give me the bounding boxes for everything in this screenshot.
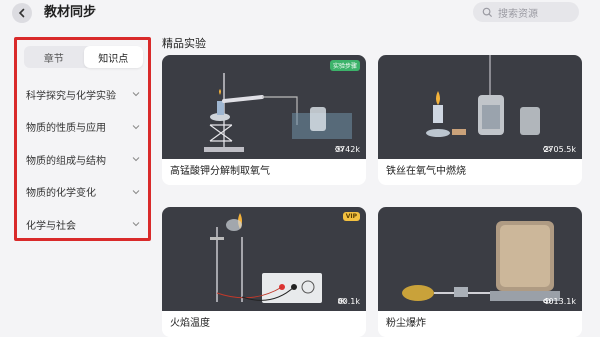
lab-apparatus-illustration [426, 55, 540, 137]
sidebar-tabs: 章节 知识点 [24, 46, 143, 68]
steps-badge: 实验步骤 [329, 60, 360, 71]
sidebar-item-label: 科学探究与化学实验 [26, 90, 116, 102]
top-bar: 教材同步 搜索资源 [0, 0, 600, 26]
lab-apparatus-illustration [210, 213, 322, 303]
chevron-down-icon [132, 189, 140, 194]
eye-icon [543, 298, 552, 304]
experiment-card-potassium-permanganate[interactable]: 实验步骤 3742k 高锰酸钾分解制取氧气 [162, 55, 366, 185]
search-placeholder: 搜索资源 [498, 8, 538, 20]
eye-icon [335, 146, 343, 152]
chevron-left-icon [18, 8, 25, 18]
vip-badge: VIP [342, 212, 360, 221]
chevron-down-icon [132, 157, 140, 162]
experiment-thumbnail: 2705.5k [378, 55, 582, 159]
back-button[interactable] [12, 3, 32, 23]
card-title: 高锰酸钾分解制取氧气 [170, 166, 270, 177]
experiment-card-flame[interactable]: VIP 80.1k 火焰温度 [162, 207, 366, 337]
knowledge-sidebar: 章节 知识点 科学探究与化学实验 物质的性质与应用 物质的组成与结构 物质的化学… [14, 37, 151, 241]
sidebar-item-society[interactable]: 化学与社会 [26, 208, 146, 241]
sidebar-item-scientific-inquiry[interactable]: 科学探究与化学实验 [26, 78, 146, 111]
experiment-thumbnail: 实验步骤 3742k [162, 55, 366, 159]
sidebar-item-label: 物质的性质与应用 [26, 123, 106, 135]
sidebar-item-label: 化学与社会 [26, 220, 76, 232]
view-count: 80.1k [338, 297, 360, 306]
section-title: 精品实验 [162, 37, 206, 50]
experiment-thumbnail: 4013.1k [378, 207, 582, 311]
chevron-down-icon [132, 124, 140, 129]
sidebar-item-properties[interactable]: 物质的性质与应用 [26, 111, 146, 144]
category-list: 科学探究与化学实验 物质的性质与应用 物质的组成与结构 物质的化学变化 化学与社… [26, 78, 146, 241]
experiment-card-iron-wire[interactable]: 2705.5k 铁丝在氧气中燃烧 [378, 55, 582, 185]
tab-knowledge-point[interactable]: 知识点 [83, 46, 143, 68]
view-count: 3742k [335, 145, 360, 154]
experiment-thumbnail: VIP 80.1k [162, 207, 366, 311]
tab-chapter[interactable]: 章节 [24, 46, 84, 68]
lab-apparatus-illustration [402, 221, 560, 301]
search-icon [482, 7, 493, 17]
card-title: 铁丝在氧气中燃烧 [386, 166, 466, 177]
card-title: 火焰温度 [170, 318, 210, 329]
eye-icon [337, 298, 346, 304]
sidebar-item-composition[interactable]: 物质的组成与结构 [26, 143, 146, 176]
page-title: 教材同步 [44, 5, 97, 20]
view-count: 4013.1k [543, 297, 576, 306]
sidebar-item-label: 物质的化学变化 [26, 188, 96, 200]
experiment-card-dust-explosion[interactable]: 4013.1k 粉尘爆炸 [378, 207, 582, 337]
sidebar-item-chemical-change[interactable]: 物质的化学变化 [26, 176, 146, 209]
sidebar-item-label: 物质的组成与结构 [26, 155, 106, 167]
eye-icon [543, 146, 552, 152]
search-input[interactable]: 搜索资源 [473, 2, 579, 22]
chevron-down-icon [132, 92, 140, 97]
chevron-down-icon [132, 222, 140, 227]
card-title: 粉尘爆炸 [386, 318, 426, 329]
view-count: 2705.5k [543, 145, 576, 154]
